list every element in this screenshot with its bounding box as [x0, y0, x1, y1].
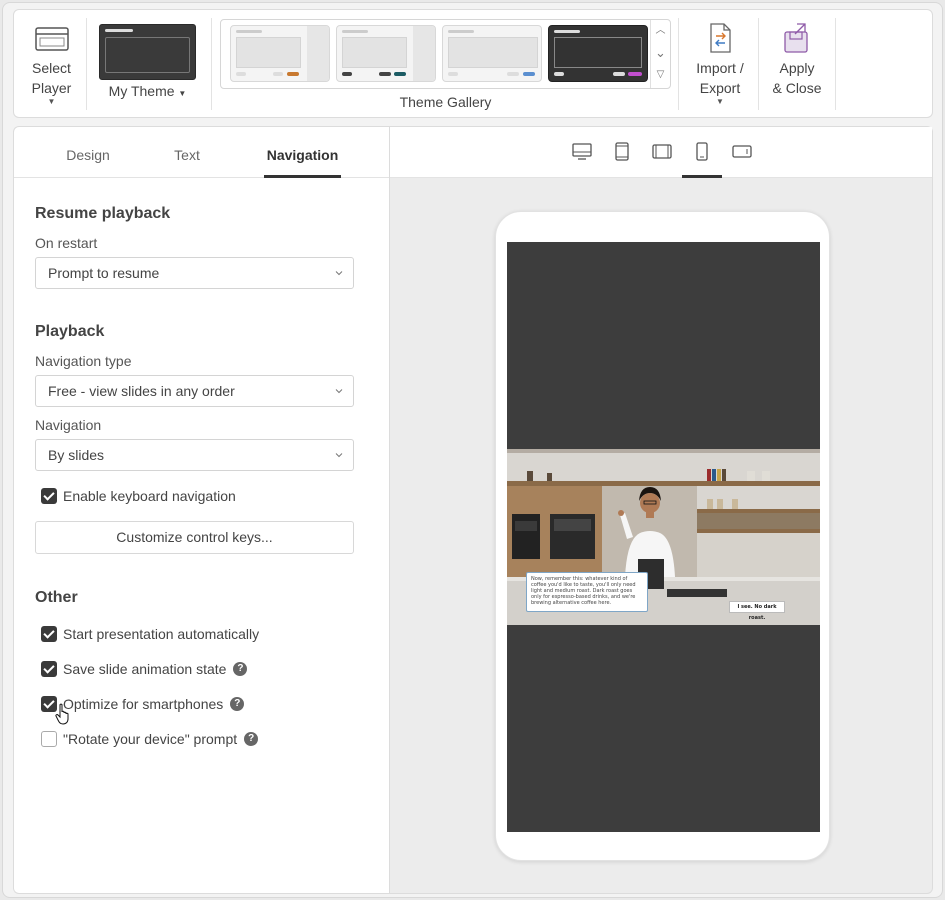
caret-down-icon: ▼ [178, 89, 187, 98]
select-player-label-1: Select [32, 60, 71, 76]
optimize-smartphones-label[interactable]: Optimize for smartphones [63, 696, 223, 712]
playback-heading: Playback [35, 323, 105, 340]
device-desktop-button[interactable] [562, 141, 602, 178]
preview-panel: Now, remember this: whatever kind of cof… [389, 126, 933, 894]
phone-screen: Now, remember this: whatever kind of cof… [507, 242, 820, 832]
ribbon-divider [835, 18, 836, 110]
chevron-down-icon: ▼ [716, 97, 724, 106]
smartphone-preview-frame: Now, remember this: whatever kind of cof… [495, 211, 830, 861]
ribbon-divider [758, 18, 759, 110]
ribbon-divider [86, 18, 87, 110]
gallery-theme-4[interactable] [548, 25, 648, 82]
gallery-theme-1[interactable] [230, 25, 330, 82]
hand-cursor-icon [55, 703, 69, 725]
device-smartphone-landscape-button[interactable] [722, 141, 762, 178]
player-window-icon [34, 27, 69, 51]
keyboard-navigation-checkbox[interactable] [41, 488, 57, 504]
navigation-type-label: Navigation type [35, 353, 132, 369]
save-animation-state-label[interactable]: Save slide animation state [63, 661, 226, 677]
start-automatically-label[interactable]: Start presentation automatically [63, 626, 259, 642]
device-tablet-landscape-button[interactable] [642, 141, 682, 178]
import-export-label-1: Import / [696, 60, 744, 76]
chevron-down-icon[interactable]: ⌄ [651, 42, 670, 64]
customize-control-keys-button[interactable]: Customize control keys... [35, 521, 354, 554]
navigation-type-select[interactable]: Free - view slides in any order [35, 375, 354, 407]
rotate-device-label[interactable]: "Rotate your device" prompt [63, 731, 237, 747]
device-toolbar [390, 127, 932, 178]
help-icon[interactable]: ? [244, 732, 259, 746]
apply-close-button[interactable]: Apply & Close [766, 10, 828, 119]
theme-gallery-label: Theme Gallery [399, 94, 492, 110]
chevron-down-icon [335, 453, 343, 458]
dialog-callout: Now, remember this: whatever kind of cof… [526, 572, 648, 612]
ribbon-divider [211, 18, 212, 110]
on-restart-value: Prompt to resume [48, 265, 160, 281]
optimize-smartphones-row: Optimize for smartphones ? [41, 695, 245, 713]
chevron-down-icon [335, 271, 343, 276]
smartphone-landscape-icon [732, 145, 752, 158]
other-heading: Other [35, 589, 78, 606]
select-player-button[interactable]: Select Player ▼ [24, 10, 79, 119]
tab-text[interactable]: Text [169, 127, 205, 178]
chevron-up-icon[interactable]: ︿ [651, 20, 670, 42]
import-export-label-2: Export [699, 80, 741, 96]
apply-close-icon [784, 23, 808, 53]
help-icon[interactable]: ? [230, 697, 245, 711]
slide-preview[interactable]: Now, remember this: whatever kind of cof… [507, 449, 820, 625]
save-animation-state-checkbox[interactable] [41, 661, 57, 677]
start-automatically-row: Start presentation automatically [41, 625, 259, 643]
keyboard-navigation-row: Enable keyboard navigation [41, 487, 236, 505]
gallery-theme-3[interactable] [442, 25, 542, 82]
import-export-button[interactable]: Import / Export ▼ [686, 10, 754, 119]
navigation-label: Navigation [35, 417, 102, 433]
apply-close-label-1: Apply [779, 60, 815, 76]
rotate-device-row: "Rotate your device" prompt ? [41, 730, 259, 748]
tab-design[interactable]: Design [62, 127, 114, 178]
on-restart-label: On restart [35, 235, 98, 251]
import-export-icon [710, 23, 731, 53]
desktop-icon [572, 143, 592, 160]
keyboard-navigation-label[interactable]: Enable keyboard navigation [63, 488, 236, 504]
theme-gallery: ︿ ⌄ ▽ [220, 19, 671, 89]
gallery-scroller: ︿ ⌄ ▽ [650, 20, 670, 88]
apply-close-label-2: & Close [772, 80, 822, 96]
on-restart-select[interactable]: Prompt to resume [35, 257, 354, 289]
my-theme-label[interactable]: My Theme ▼ [99, 83, 196, 99]
device-smartphone-portrait-button[interactable] [682, 141, 722, 178]
chevron-down-icon: ▼ [47, 97, 56, 106]
tab-navigation[interactable]: Navigation [264, 127, 341, 178]
tablet-portrait-icon [615, 142, 629, 161]
ribbon-divider [678, 18, 679, 110]
device-tablet-portrait-button[interactable] [602, 141, 642, 178]
help-icon[interactable]: ? [233, 662, 248, 676]
my-theme-thumbnail[interactable] [99, 24, 196, 80]
reply-button[interactable]: I see. No dark roast. [729, 601, 785, 621]
gallery-expand-icon[interactable]: ▽ [651, 64, 670, 86]
resume-playback-heading: Resume playback [35, 205, 171, 222]
ribbon: Select Player ▼ My Theme ▼ ︿ ⌄ ▽ Theme G… [13, 9, 933, 118]
rotate-device-checkbox[interactable] [41, 731, 57, 747]
player-properties-window: Select Player ▼ My Theme ▼ ︿ ⌄ ▽ Theme G… [2, 2, 943, 898]
gallery-theme-2[interactable] [336, 25, 436, 82]
start-automatically-checkbox[interactable] [41, 626, 57, 642]
save-animation-state-row: Save slide animation state ? [41, 660, 248, 678]
tablet-landscape-icon [652, 144, 672, 159]
settings-tabs: Design Text Navigation [14, 127, 390, 178]
select-player-label-2: Player [31, 80, 72, 96]
settings-panel: Design Text Navigation Resume playback O… [13, 126, 390, 894]
smartphone-portrait-icon [696, 142, 708, 161]
navigation-value: By slides [48, 447, 105, 463]
navigation-select[interactable]: By slides [35, 439, 354, 471]
navigation-type-value: Free - view slides in any order [48, 383, 235, 399]
chevron-down-icon [335, 389, 343, 394]
